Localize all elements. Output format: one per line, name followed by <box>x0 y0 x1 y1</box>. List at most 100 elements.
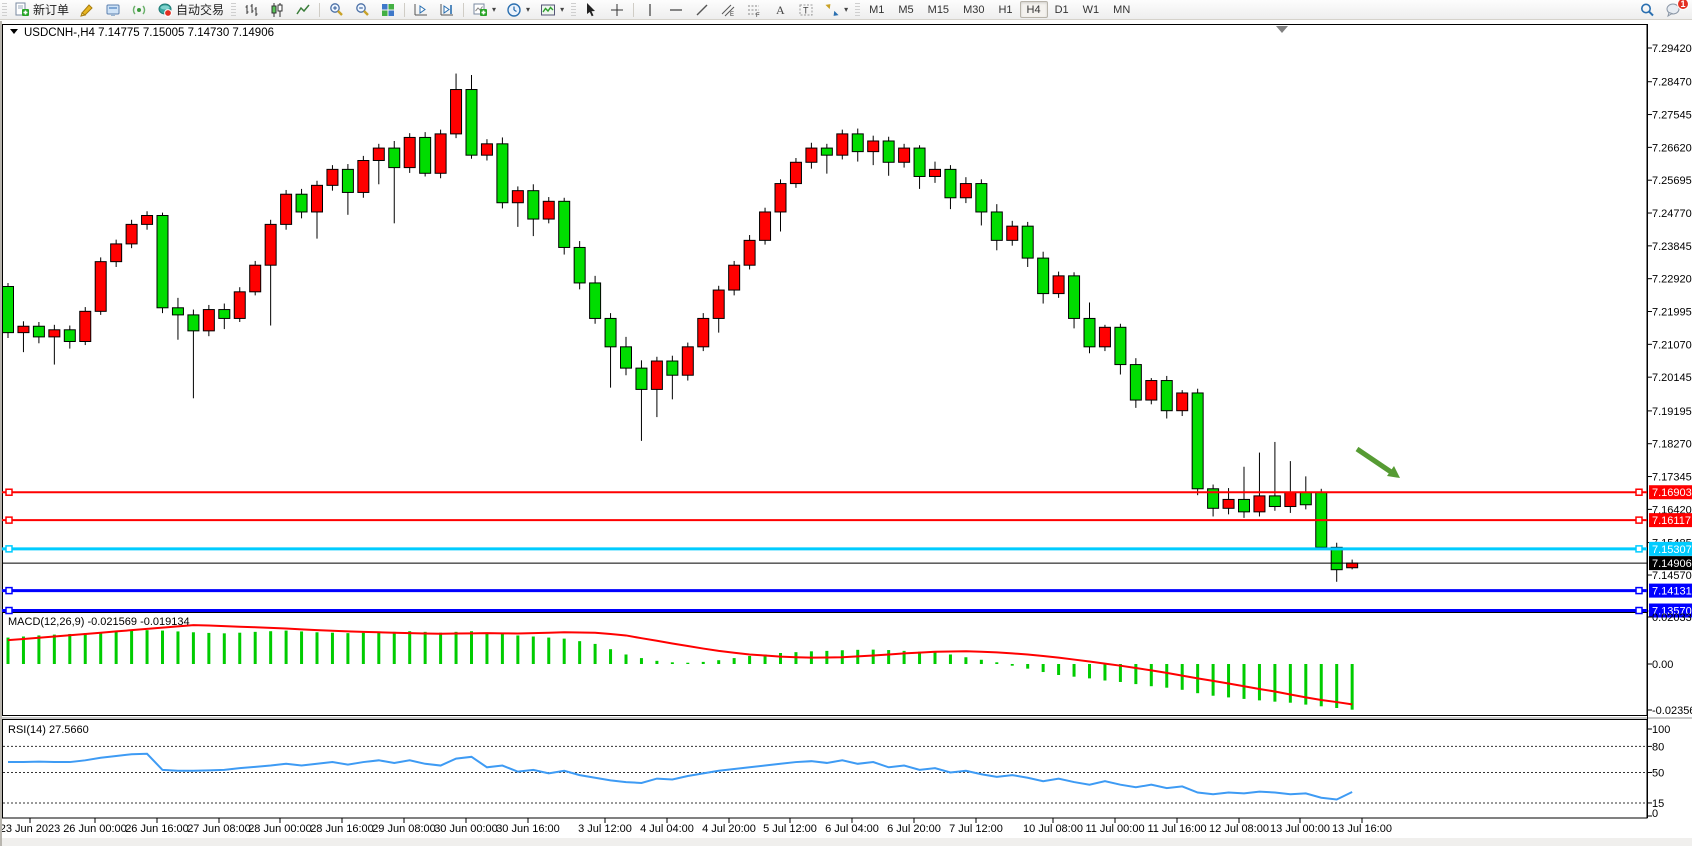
time-label: 4 Jul 04:00 <box>640 823 694 835</box>
price-tick-label: 7.20145 <box>1652 372 1692 384</box>
candle-up <box>111 244 122 262</box>
toolbar-grip-2[interactable] <box>231 3 236 17</box>
rsi-axis-label: 50 <box>1652 768 1664 780</box>
text-label-tool[interactable]: T <box>793 1 819 19</box>
candle-down <box>605 318 616 346</box>
candle-up <box>512 191 523 203</box>
zoom-out-button[interactable] <box>349 1 375 19</box>
rsi-axis-label: 80 <box>1652 741 1664 753</box>
candle-down <box>667 361 678 375</box>
toolbar-grip-3[interactable] <box>571 3 576 17</box>
support-line-blue-2-handle[interactable] <box>6 608 12 614</box>
tile-windows-button[interactable] <box>375 1 401 19</box>
time-label: 13 Jul 16:00 <box>1332 823 1392 835</box>
candle-up <box>327 169 338 185</box>
tf-d1[interactable]: D1 <box>1048 1 1076 18</box>
candle-up <box>1254 496 1265 512</box>
resistance-line-2-handle[interactable] <box>6 517 12 523</box>
time-label: 5 Jul 12:00 <box>763 823 817 835</box>
chart-shift-button[interactable] <box>434 1 460 19</box>
candle-up <box>1146 381 1157 401</box>
candle-up <box>760 212 771 240</box>
tf-m15[interactable]: M15 <box>921 1 956 18</box>
new-order-label: 新订单 <box>33 1 69 18</box>
rsi-axis-label: 0 <box>1652 808 1658 820</box>
tf-mn[interactable]: MN <box>1106 1 1137 18</box>
trendline-icon <box>694 2 710 18</box>
auto-scroll-icon <box>413 2 429 18</box>
cursor-tool-button[interactable] <box>578 1 604 19</box>
candle-down <box>1069 276 1080 319</box>
tf-m1[interactable]: M1 <box>862 1 891 18</box>
text-label-icon: T <box>798 2 814 18</box>
candle-down <box>883 141 894 162</box>
candle-down <box>172 308 183 315</box>
candle-up <box>250 265 261 292</box>
tf-h1[interactable]: H1 <box>991 1 1019 18</box>
candle-down <box>188 315 199 331</box>
rsi-label: RSI(14) 27.5660 <box>8 724 89 736</box>
support-line-cyan-handle[interactable] <box>1636 546 1642 552</box>
arrows-tool[interactable]: ▾ <box>819 1 853 19</box>
candle-down <box>1269 496 1280 507</box>
crosshair-icon <box>609 2 625 18</box>
price-tick-label: 7.25695 <box>1652 175 1692 187</box>
candle-up <box>868 141 879 152</box>
tile-windows-icon <box>380 2 396 18</box>
time-label: 3 Jul 12:00 <box>578 823 632 835</box>
candle-down <box>420 137 431 173</box>
trendline-tool[interactable] <box>689 1 715 19</box>
new-chart-button[interactable]: ▾ <box>467 1 501 19</box>
search-button[interactable] <box>1634 1 1660 19</box>
candle-down <box>1038 258 1049 293</box>
crosshair-tool-button[interactable] <box>604 1 630 19</box>
timeframe-strip: M1 M5 M15 M30 H1 H4 D1 W1 MN <box>862 1 1137 18</box>
toolbar-grip[interactable] <box>2 3 7 17</box>
candle-up <box>142 216 153 225</box>
brush-icon <box>79 2 95 18</box>
styler-button[interactable] <box>74 1 100 19</box>
support-line-blue-2-handle[interactable] <box>1636 608 1642 614</box>
horizontal-line-tool[interactable] <box>663 1 689 19</box>
tf-w1[interactable]: W1 <box>1076 1 1107 18</box>
autotrading-button[interactable]: 自动交易 <box>152 1 229 19</box>
resistance-line-1-handle[interactable] <box>6 489 12 495</box>
candle-up <box>126 224 137 244</box>
indicators-button[interactable]: ▾ <box>535 1 569 19</box>
candle-down <box>466 90 477 156</box>
candlestick-chart-button[interactable] <box>264 1 290 19</box>
resistance-line-2-handle[interactable] <box>1636 517 1642 523</box>
candle-up <box>899 148 910 162</box>
vertical-line-tool[interactable] <box>637 1 663 19</box>
support-line-cyan-handle[interactable] <box>6 546 12 552</box>
resistance-line-1-handle[interactable] <box>1636 489 1642 495</box>
time-label: 26 Jun 00:00 <box>63 823 127 835</box>
line-chart-button[interactable] <box>290 1 316 19</box>
notifications-button[interactable]: 1 <box>1660 1 1686 19</box>
fibonacci-tool[interactable]: F <box>741 1 767 19</box>
support-line-blue-1-handle[interactable] <box>1636 588 1642 594</box>
terminal-button[interactable] <box>100 1 126 19</box>
toolbar-grip-4[interactable] <box>855 3 860 17</box>
text-tool[interactable]: A <box>767 1 793 19</box>
candle-down <box>945 169 956 197</box>
price-tick-label: 7.26620 <box>1652 142 1692 154</box>
svg-text:F: F <box>756 13 760 18</box>
auto-scroll-button[interactable] <box>408 1 434 19</box>
support-line-blue-1-handle[interactable] <box>6 588 12 594</box>
bar-chart-button[interactable] <box>238 1 264 19</box>
candle-up <box>451 90 462 134</box>
periods-button[interactable]: ▾ <box>501 1 535 19</box>
autotrading-label: 自动交易 <box>176 1 224 18</box>
candle-down <box>976 184 987 212</box>
price-tick-label: 7.21995 <box>1652 307 1692 319</box>
tf-m5[interactable]: M5 <box>891 1 920 18</box>
tf-h4[interactable]: H4 <box>1020 1 1048 18</box>
price-chart-canvas[interactable]: 7.294207.284707.275457.266207.256957.247… <box>2 21 1692 846</box>
tf-m30[interactable]: M30 <box>956 1 991 18</box>
signal-button[interactable] <box>126 1 152 19</box>
zoom-in-button[interactable] <box>323 1 349 19</box>
candle-down <box>1115 327 1126 364</box>
new-order-button[interactable]: 新订单 <box>9 1 74 19</box>
equidistant-channel-tool[interactable]: E <box>715 1 741 19</box>
